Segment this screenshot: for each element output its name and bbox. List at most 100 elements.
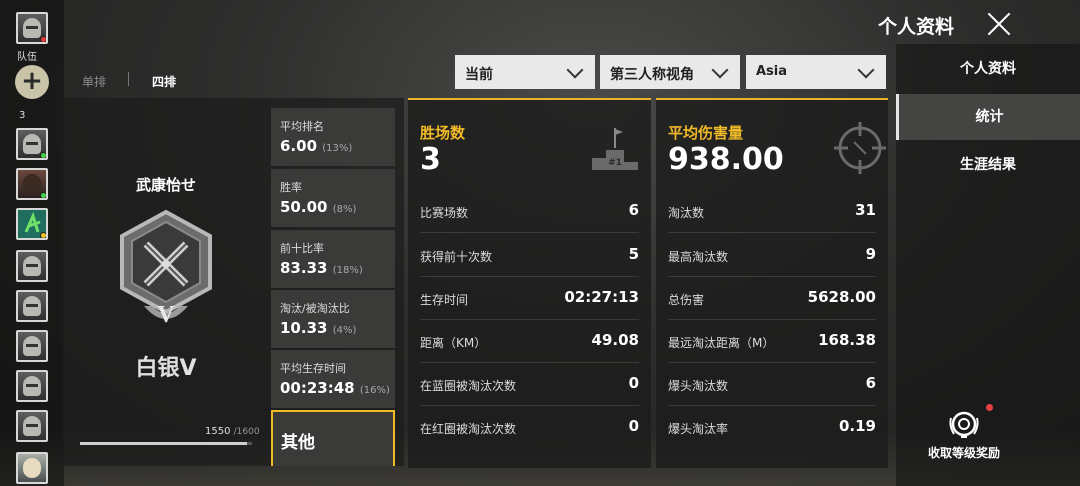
stat-tile-value: 6.00 [280,137,318,155]
rank-progress-text: 1550 /1600 [205,426,260,437]
page-title: 个人资料 [878,16,955,38]
friend-avatar[interactable] [16,290,48,322]
stat-tile[interactable]: 前十比率 83.33 (18%) [271,230,395,288]
stat-row: 距离（KM） 49.08 [420,320,639,363]
stat-row-label: 爆头淘汰率 [668,422,729,436]
damage-title: 平均伤害量 [668,124,744,142]
stat-row-value: 5628.00 [807,288,876,306]
stat-row: 最远淘汰距离（M） 168.38 [668,320,876,363]
stat-tile-percent: (4%) [332,325,357,336]
teammate-avatar[interactable] [16,168,48,200]
nav-item-career[interactable]: 生涯结果 [896,142,1080,188]
nav-item-profile[interactable]: 个人资料 [896,46,1080,92]
stat-row-value: 49.08 [591,331,639,349]
stat-row-value: 0 [628,374,639,392]
stat-tile-value: 10.33 [280,319,328,337]
stat-row: 比赛场数 6 [420,190,639,233]
rank-progress-fill [80,442,247,445]
tab-divider [128,72,129,86]
nav-item-stats[interactable]: 统计 [896,94,1080,140]
self-avatar[interactable] [16,12,48,44]
stat-tile[interactable]: 平均生存时间 00:23:48 (16%) [271,350,395,408]
team-label: 队伍 [17,52,37,63]
stat-tile-value: 50.00 [280,198,328,216]
stat-tile-percent: (18%) [332,265,363,276]
region-dropdown-value: Asia [756,64,788,79]
stat-row-value: 0 [628,417,639,435]
damage-panel: 平均伤害量 938.00 淘汰数 31 最高淘汰数 9 总伤害 5628.00 最远淘… [656,98,888,468]
stat-tile-label: 前十比率 [280,242,324,255]
stat-tile-value: 00:23:48 [280,379,355,397]
stat-row-label: 比赛场数 [420,206,469,220]
teammate-avatar[interactable] [16,208,48,240]
friend-avatar[interactable] [16,410,48,442]
stat-tile-percent: (13%) [322,143,353,154]
damage-value: 938.00 [668,142,784,177]
stat-row: 生存时间 02:27:13 [420,277,639,320]
team-sidebar: 队伍 + 3 [0,0,64,486]
stat-row-label: 获得前十次数 [420,250,493,264]
chevron-down-icon [566,61,584,79]
rank-badge-icon: V [120,209,212,328]
player-name: 武康怡せ [135,176,196,194]
stat-tile-percent: (8%) [332,204,357,215]
tab-squad[interactable]: 四排 [152,73,176,90]
add-teammate-button[interactable]: + [15,65,49,99]
rank-progress-bar [80,442,252,445]
stat-tile-percent: (16%) [359,385,390,396]
season-dropdown-value: 当前 [465,67,493,83]
stat-row-value: 02:27:13 [564,288,639,306]
tab-solo[interactable]: 单排 [82,73,106,90]
close-button[interactable] [986,11,1012,37]
stat-row: 在红圈被淘汰次数 0 [420,406,639,449]
stat-row-value: 5 [628,245,639,263]
progress-current: 1550 [205,426,231,437]
friend-avatar[interactable] [16,250,48,282]
stat-tile[interactable]: 胜率 50.00 (8%) [271,169,395,227]
status-dot [40,36,46,42]
status-dot [40,232,46,238]
friend-avatar[interactable] [16,330,48,362]
chevron-down-icon [857,61,875,79]
chevron-down-icon [711,61,729,79]
stat-row-label: 淘汰数 [668,206,705,220]
status-dot [40,192,46,198]
stat-row: 爆头淘汰数 6 [668,363,876,406]
stat-tile[interactable]: 淘汰/被淘汰比 10.33 (4%) [271,290,395,348]
stat-row-label: 总伤害 [668,293,705,307]
stat-row-label: 爆头淘汰数 [668,379,729,393]
notification-dot [986,404,993,411]
rank-name: 白银V [135,356,197,381]
wins-panel: 胜场数 3 #1 比赛场数 6 获得前十次数 5 生存时间 02:27:13 距离（K… [408,98,651,468]
stat-row-label: 距离（KM） [420,336,487,350]
podium-icon: #1 [592,128,638,170]
stat-tile-value: 83.33 [280,259,328,277]
stat-row: 在蓝圈被淘汰次数 0 [420,363,639,406]
season-dropdown[interactable]: 当前 [455,55,595,89]
crosshair-icon [834,122,886,174]
member-count: 3 [19,110,26,121]
friend-avatar[interactable] [16,370,48,402]
stat-row-label: 在蓝圈被淘汰次数 [420,379,517,393]
stat-row: 淘汰数 31 [668,190,876,233]
level-reward-icon[interactable] [948,408,980,440]
friend-avatar[interactable] [16,452,48,484]
teammate-avatar[interactable] [16,128,48,160]
rank-numeral: V [157,302,175,328]
region-dropdown[interactable]: Asia [746,55,886,89]
stat-row-label: 在红圈被淘汰次数 [420,422,517,436]
stat-tile[interactable]: 平均排名 6.00 (13%) [271,108,395,166]
stat-tile-label: 胜率 [280,181,302,194]
stat-row: 最高淘汰数 9 [668,234,876,277]
stat-row-label: 最高淘汰数 [668,250,729,264]
stat-row-value: 31 [855,201,876,219]
wins-title: 胜场数 [420,124,466,142]
other-stats-tab[interactable]: 其他 [271,410,395,466]
claim-level-reward-label[interactable]: 收取等级奖励 [918,444,1010,461]
stat-tile-label: 淘汰/被淘汰比 [280,302,350,315]
stat-row: 总伤害 5628.00 [668,277,876,320]
stat-row-value: 0.19 [838,417,876,435]
stat-row: 获得前十次数 5 [420,234,639,277]
stat-row: 爆头淘汰率 0.19 [668,406,876,449]
perspective-dropdown[interactable]: 第三人称视角 [600,55,740,89]
